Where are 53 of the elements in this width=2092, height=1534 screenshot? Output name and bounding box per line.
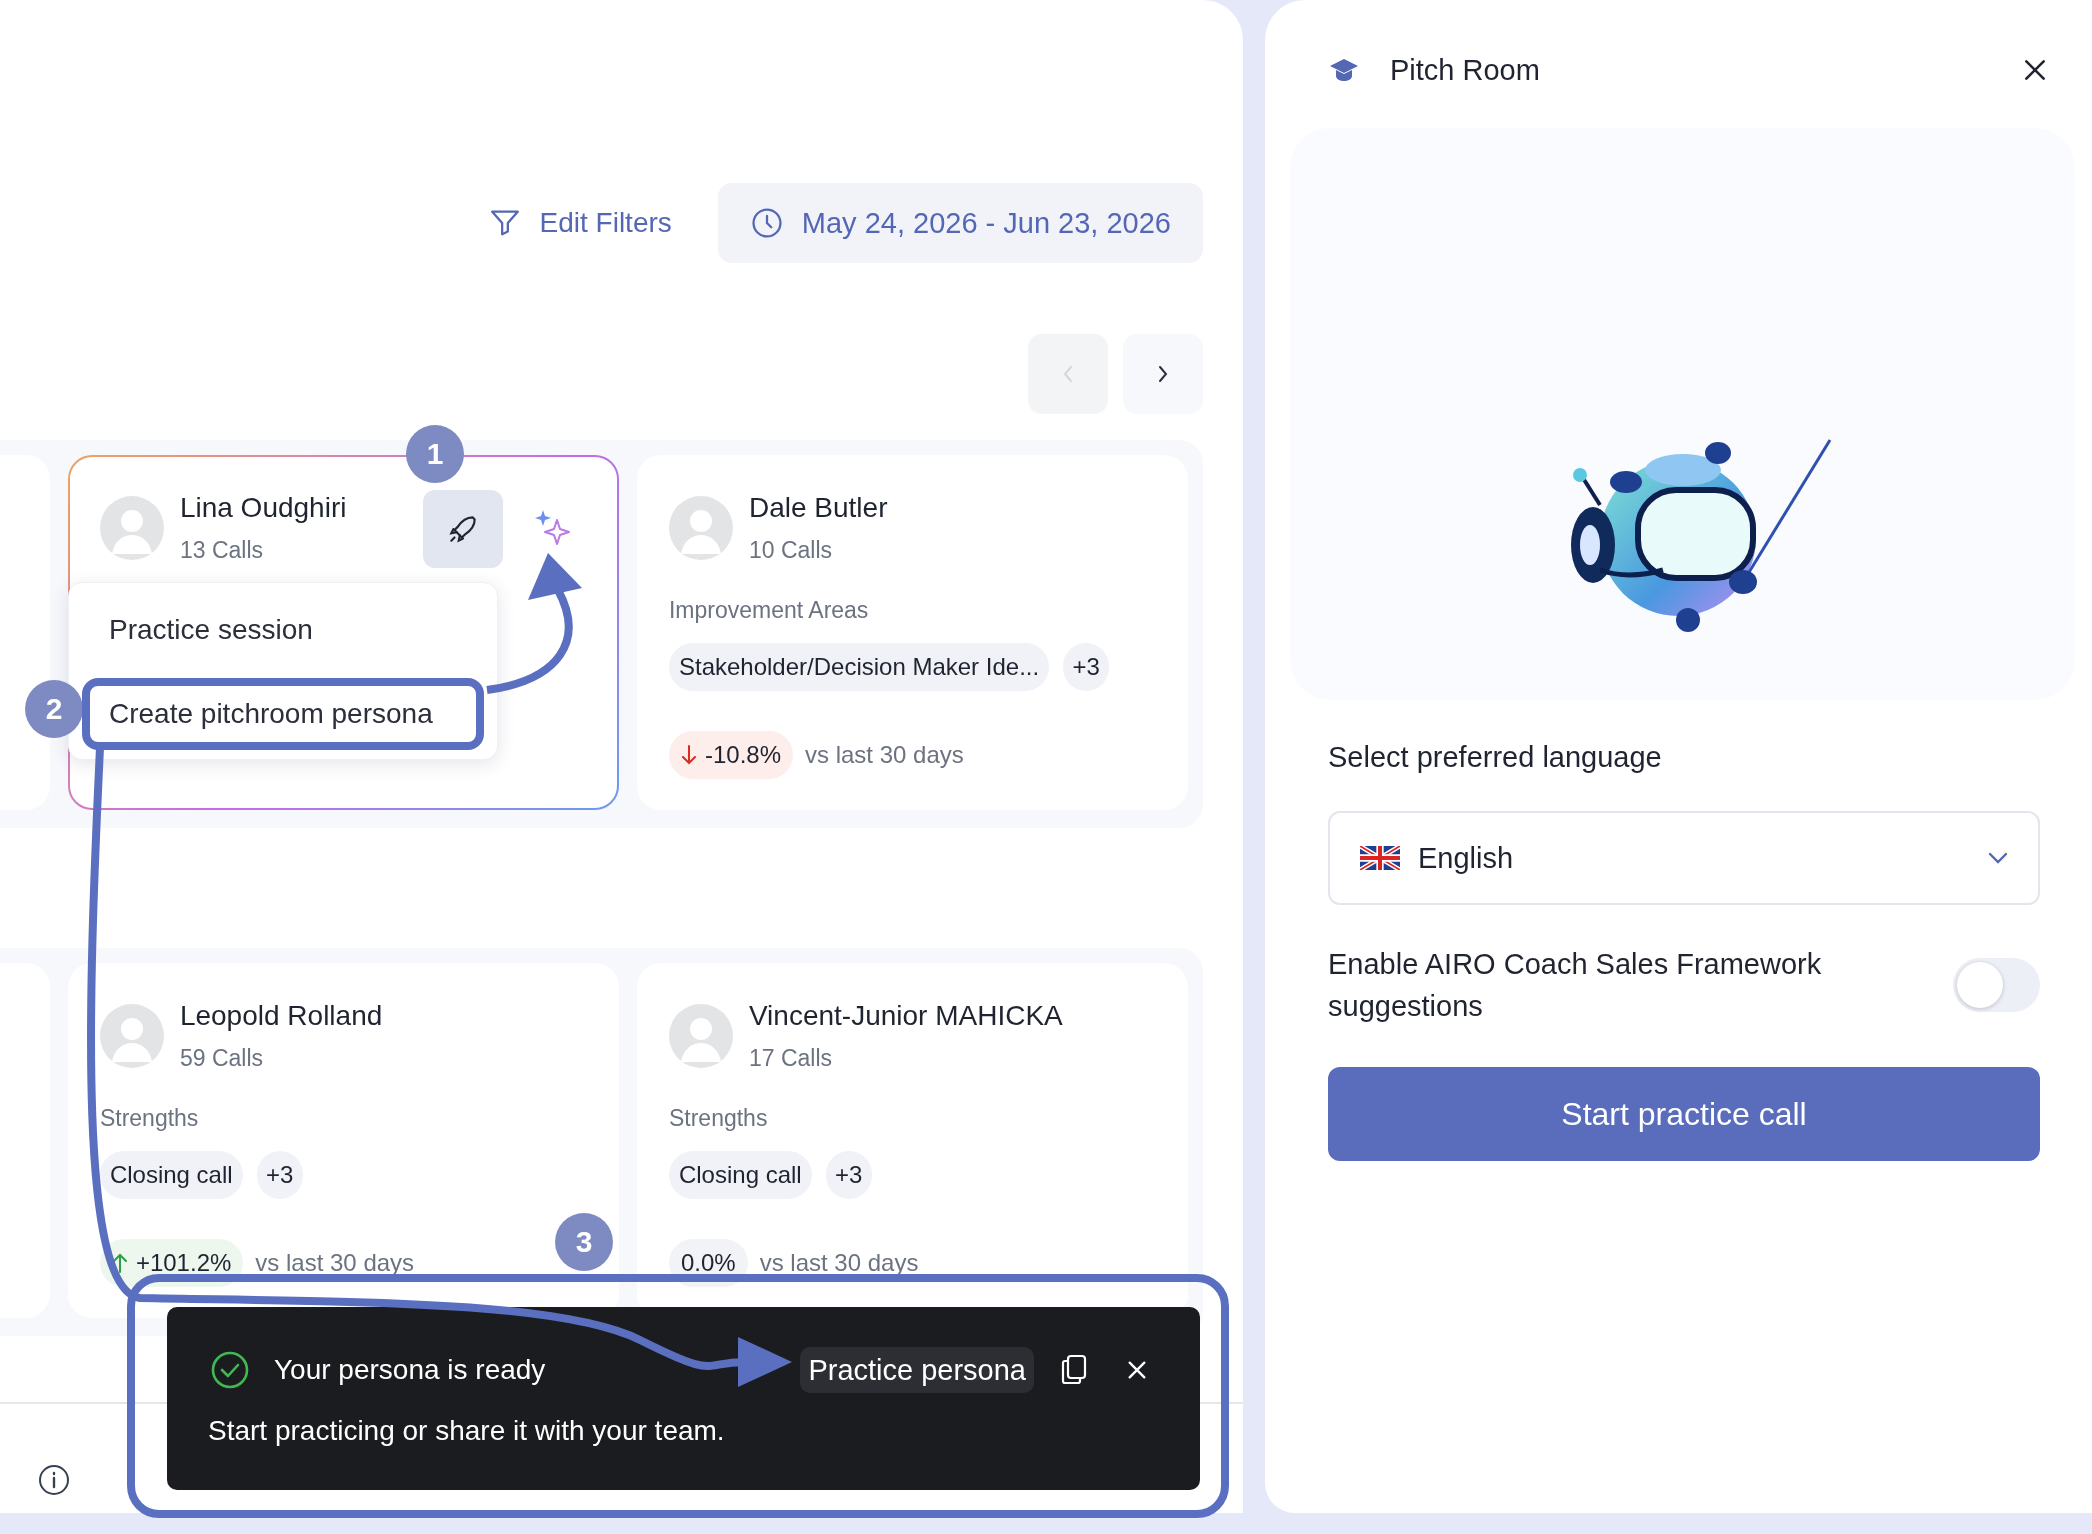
menu-item[interactable]: Create pitchroom persona — [82, 678, 484, 750]
person-name: Dale Butler — [748, 491, 889, 525]
comparison-label: vs last 30 days — [759, 1249, 919, 1277]
comparison-label: vs last 30 days — [805, 741, 964, 769]
tag: Stakeholder/Decision Maker Ide... — [668, 643, 1050, 691]
up-arrow-icon — [111, 1251, 128, 1275]
language-label: Select preferred language — [1328, 740, 1663, 774]
chevron-right-icon — [1157, 364, 1169, 384]
call-count: 10 Calls — [748, 536, 834, 565]
menu-item[interactable]: Practice session — [69, 607, 497, 653]
down-arrow-icon — [680, 743, 697, 767]
avatar-icon — [99, 1004, 164, 1068]
comparison-label: vs last 30 days — [255, 1249, 415, 1277]
more-count: +3 — [256, 1151, 303, 1199]
uk-flag-icon — [1360, 846, 1400, 870]
avatar-icon — [668, 496, 733, 560]
call-count: 59 Calls — [179, 1044, 264, 1073]
person-card[interactable]: Dale Butler 10 Calls Improvement Areas Stakeholder/Decision Maker Ide... +3 -10.8% vs last 30 days — [636, 455, 1188, 810]
call-count: 17 Calls — [748, 1044, 834, 1073]
chevron-down-icon — [1988, 852, 2008, 864]
call-count: 13 Calls — [179, 536, 264, 565]
close-icon[interactable] — [1126, 1359, 1148, 1381]
section-label: Strengths — [99, 1104, 200, 1133]
toast-message: Start practicing or share it with your team. — [208, 1415, 726, 1447]
more-count: +3 — [825, 1151, 872, 1199]
language-select[interactable]: English — [1328, 811, 2040, 905]
edit-filters-button[interactable]: Edit Filters — [481, 205, 678, 241]
toast-title: Your persona is ready — [274, 1354, 547, 1386]
avatar-icon — [668, 1004, 733, 1068]
person-name: Lina Oudghiri — [179, 491, 348, 525]
copy-icon[interactable] — [1060, 1354, 1088, 1386]
tag: Closing call — [668, 1151, 812, 1199]
tag: Closing call — [99, 1151, 243, 1199]
avatar-icon — [99, 496, 164, 560]
framework-toggle[interactable] — [1953, 958, 2040, 1012]
language-value: English — [1418, 841, 1515, 875]
panel-title: Pitch Room — [1390, 53, 1541, 87]
change-badge: -10.8% — [668, 731, 793, 779]
date-range-button[interactable]: May 24, 2026 - Jun 23, 2026 — [717, 183, 1203, 263]
person-name: Vincent-Junior MAHICKA — [748, 999, 1064, 1033]
framework-label: Enable AIRO Coach Sales Framework suggestions — [1328, 947, 1823, 1024]
chevron-left-icon — [1062, 364, 1074, 384]
close-icon[interactable] — [2022, 57, 2048, 83]
clock-icon — [749, 206, 784, 240]
start-practice-button[interactable]: Start practice call — [1328, 1067, 2040, 1161]
check-circle-icon — [210, 1350, 250, 1390]
person-name: Leopold Rolland — [179, 999, 384, 1033]
more-count: +3 — [1063, 643, 1110, 691]
practice-persona-button[interactable]: Practice persona — [800, 1347, 1034, 1393]
info-icon[interactable] — [38, 1464, 70, 1496]
section-label: Strengths — [668, 1104, 769, 1133]
section-label: Improvement Areas — [668, 596, 870, 625]
persona-button[interactable] — [422, 490, 503, 568]
